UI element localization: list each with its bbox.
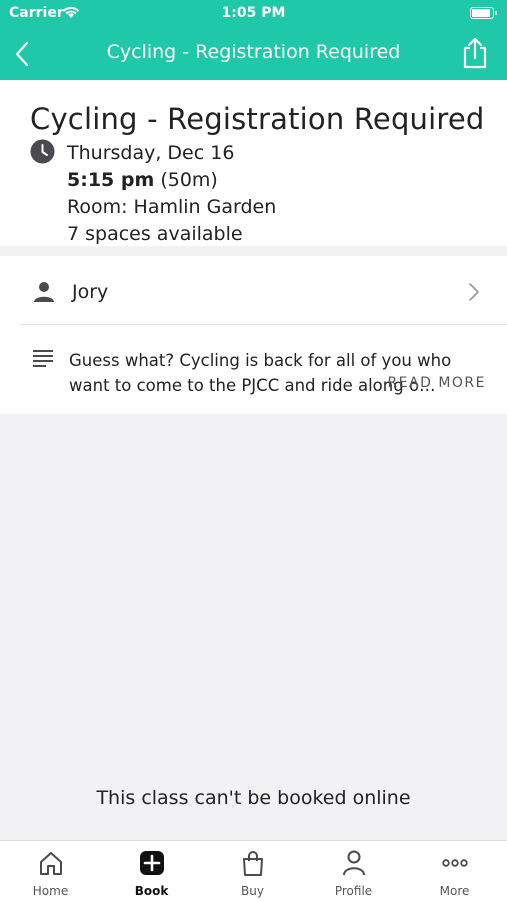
home-icon [40,852,62,875]
class-time: 5:15 pm [67,169,155,191]
class-duration: (50m) [160,169,218,191]
class-room: Room: Hamlin Garden [67,196,277,218]
instructor-row[interactable]: Jory [0,256,507,324]
chevron-left-icon[interactable] [10,40,36,68]
tab-home[interactable]: Home [0,841,101,901]
chevron-right-icon [469,283,479,301]
booking-notice: This class can't be booked online [96,787,411,809]
navigation-bar: Cycling - Registration Required [0,28,507,80]
divider [20,324,507,325]
battery-icon [470,7,497,19]
class-spaces: 7 spaces available [67,223,243,245]
tab-bar: Home Book Buy Profile More [0,840,507,901]
book-plus-icon [140,851,164,875]
tab-buy-label: Buy [241,884,264,898]
share-icon[interactable] [461,37,489,69]
status-time: 1:05 PM [221,5,286,21]
clock-icon [30,139,55,164]
tab-buy[interactable]: Buy [202,841,303,901]
class-title: Cycling - Registration Required [30,102,485,136]
description-icon [33,350,53,367]
tab-book[interactable]: Book [101,841,202,901]
nav-title: Cycling - Registration Required [106,41,401,63]
more-dots-icon [442,859,468,867]
tab-more[interactable]: More [404,841,505,901]
read-more-link[interactable]: READ MORE [387,375,486,391]
instructor-name: Jory [72,281,109,303]
tab-profile-label: Profile [334,884,373,898]
header: Carrier 1:05 PM Cycling - Registration R… [0,0,507,80]
class-details-card: Cycling - Registration Required Thursday… [0,80,507,246]
profile-icon [343,850,365,876]
person-icon [34,282,54,302]
tab-more-label: More [439,884,470,898]
status-bar: Carrier 1:05 PM [0,0,507,28]
tab-home-label: Home [32,884,69,898]
shopping-bag-icon [243,851,263,876]
tab-profile[interactable]: Profile [303,841,404,901]
tab-book-label: Book [134,884,169,898]
class-time-row: 5:15 pm (50m) [67,169,218,191]
class-date: Thursday, Dec 16 [67,142,235,164]
class-info-card: Jory Guess what? Cycling is back for all… [0,256,507,414]
